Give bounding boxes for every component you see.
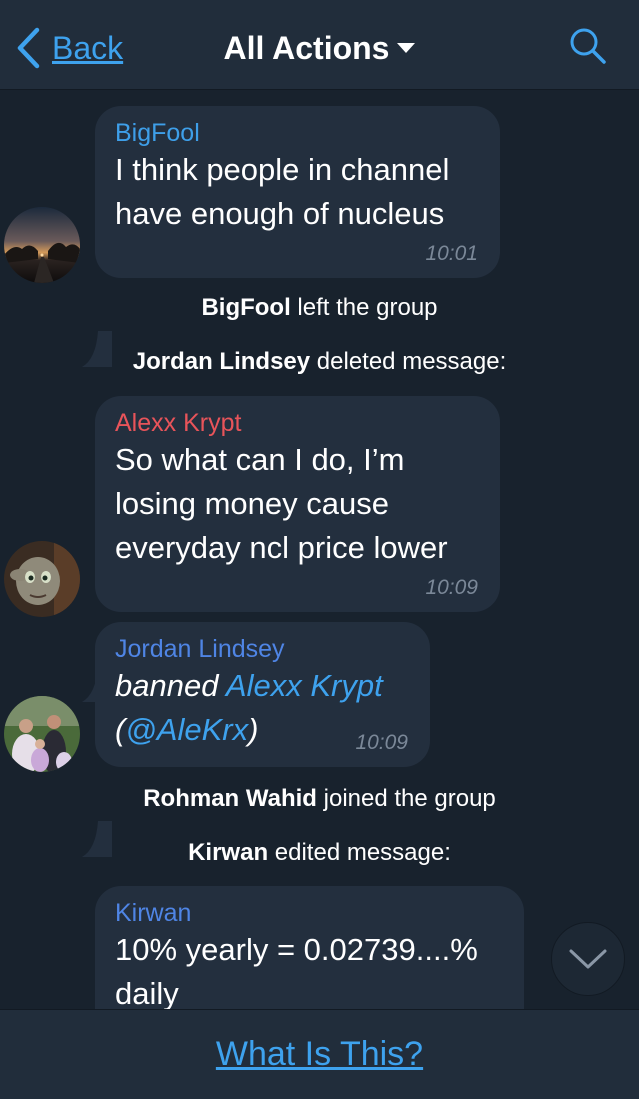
message-text-line: everyday ncl price lower bbox=[115, 530, 448, 565]
message-bubble[interactable]: BigFool I think people in channel have e… bbox=[95, 106, 500, 278]
action-log[interactable]: BigFool I think people in channel have e… bbox=[0, 91, 639, 1009]
service-event: Rohman Wahid joined the group bbox=[0, 785, 639, 813]
service-event: Kirwan edited message: bbox=[0, 839, 639, 867]
sunset-road-photo bbox=[4, 207, 80, 283]
message-text-line: So what can I do, I’m bbox=[115, 442, 405, 477]
ban-text-line: banned Alexx Krypt bbox=[115, 664, 410, 708]
message-time: 10:09 bbox=[425, 576, 478, 599]
event-user[interactable]: Jordan Lindsey bbox=[133, 348, 310, 375]
message-text-line: losing money cause bbox=[115, 486, 389, 521]
search-button[interactable] bbox=[569, 27, 607, 65]
ban-action: banned bbox=[115, 668, 219, 703]
event-text: deleted message: bbox=[310, 348, 507, 375]
message-text-line: I think people in channel bbox=[115, 152, 450, 187]
message-time: 10:09 bbox=[355, 731, 408, 754]
event-text: edited message: bbox=[268, 839, 451, 866]
chevron-down-icon bbox=[569, 949, 607, 969]
sender-name[interactable]: BigFool bbox=[115, 118, 480, 148]
service-event: BigFool left the group bbox=[0, 294, 639, 322]
avatar-jordan-lindsey[interactable] bbox=[4, 696, 80, 772]
message-text-line: have enough of nucleus bbox=[115, 196, 445, 231]
service-event: Jordan Lindsey deleted message: bbox=[0, 348, 639, 376]
creature-photo bbox=[4, 541, 80, 617]
chevron-down-icon bbox=[397, 43, 416, 53]
bottom-bar: What Is This? bbox=[0, 1009, 639, 1099]
sender-name[interactable]: Jordan Lindsey bbox=[115, 634, 410, 664]
title-dropdown[interactable]: All Actions bbox=[0, 26, 639, 70]
navigation-bar: Back All Actions bbox=[0, 0, 639, 90]
family-photo bbox=[4, 696, 80, 772]
message-bubble[interactable]: Kirwan 10% yearly = 0.02739....% daily bbox=[95, 886, 524, 1009]
search-icon bbox=[570, 28, 606, 64]
sender-name[interactable]: Kirwan bbox=[115, 898, 504, 928]
message-text-line: daily bbox=[115, 976, 179, 1009]
message-time: 10:01 bbox=[425, 242, 478, 265]
message-bubble[interactable]: Jordan Lindsey banned Alexx Krypt (@AleK… bbox=[95, 622, 430, 767]
event-user[interactable]: BigFool bbox=[201, 294, 290, 321]
paren-close: ) bbox=[248, 712, 259, 747]
event-user[interactable]: Rohman Wahid bbox=[143, 785, 317, 812]
sender-name[interactable]: Alexx Krypt bbox=[115, 408, 480, 438]
paren-open: ( bbox=[115, 712, 126, 747]
event-text: joined the group bbox=[316, 785, 496, 812]
what-is-this-link[interactable]: What Is This? bbox=[216, 1035, 423, 1074]
message-text-line: 10% yearly = 0.02739....% bbox=[115, 932, 478, 967]
banned-user-handle[interactable]: @AleKrx bbox=[125, 712, 248, 747]
avatar-alexx-krypt[interactable] bbox=[4, 541, 80, 617]
event-text: left the group bbox=[290, 294, 438, 321]
scroll-to-bottom-button[interactable] bbox=[551, 922, 625, 996]
message-bubble[interactable]: Alexx Krypt So what can I do, I’m losing… bbox=[95, 396, 500, 612]
avatar-bigfool[interactable] bbox=[4, 207, 80, 283]
event-user[interactable]: Kirwan bbox=[188, 839, 268, 866]
page-title: All Actions bbox=[223, 29, 390, 66]
banned-user-link[interactable]: Alexx Krypt bbox=[226, 668, 383, 703]
